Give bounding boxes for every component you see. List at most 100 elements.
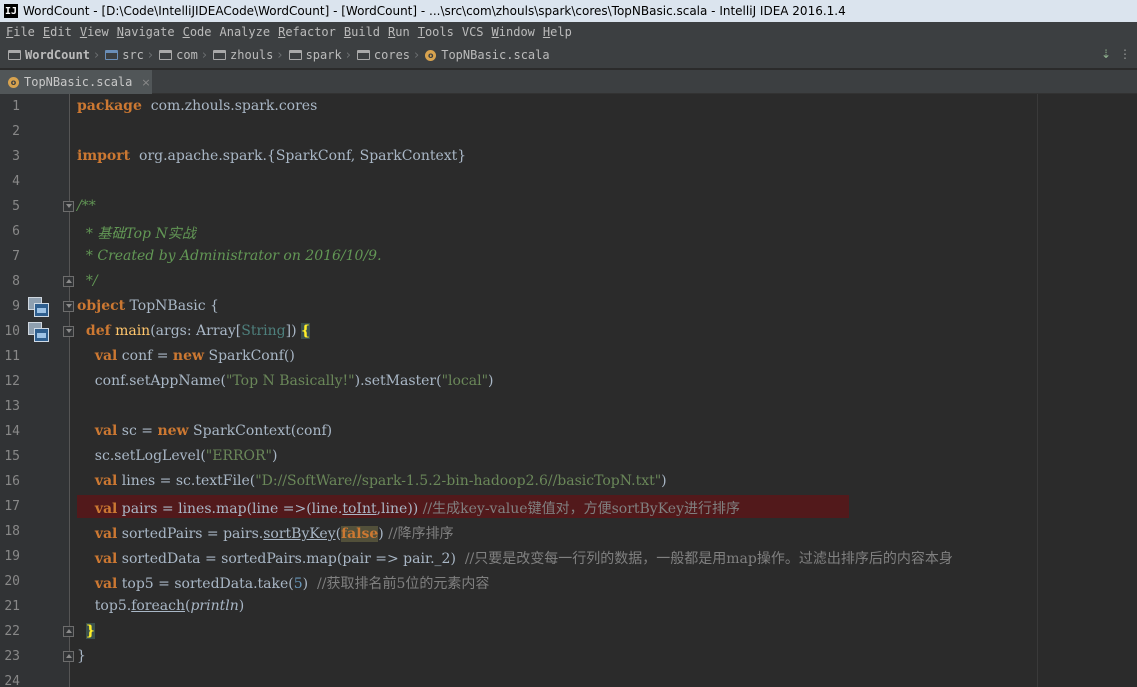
code-text: def main(args: Array[String]) {	[85, 323, 310, 339]
navigation-breadcrumb: WordCount › src › com › zhouls › spark › cores › o To…	[0, 42, 1137, 69]
code-text: * Created by Administrator on 2016/10/9.	[77, 248, 382, 264]
code-text: import org.apache.spark.{SparkConf, Spar…	[77, 148, 467, 164]
line-number: 19	[4, 549, 20, 564]
code-line[interactable]: 15 sc.setLogLevel("ERROR")	[0, 444, 1137, 469]
code-line[interactable]: 9 object TopNBasic {	[0, 294, 1137, 319]
code-line[interactable]: 12 conf.setAppName("Top N Basically!").s…	[0, 369, 1137, 394]
fold-toggle-icon[interactable]	[63, 301, 74, 312]
menu-grip-icon[interactable]: ⋮	[1119, 47, 1131, 61]
code-line[interactable]: 23}	[0, 644, 1137, 669]
menu-item-run[interactable]: Run	[384, 25, 414, 39]
code-line[interactable]: 2	[0, 119, 1137, 144]
code-editor[interactable]: 1 package com.zhouls.spark.cores 2 3 import …	[0, 94, 1137, 687]
menu-item-navigate[interactable]: Navigate	[113, 25, 179, 39]
navbar-tools: ⇣ ⋮	[1101, 47, 1131, 61]
code-line[interactable]: 4	[0, 169, 1137, 194]
breadcrumb-label: cores	[373, 48, 411, 62]
line-number: 20	[4, 574, 20, 589]
menu-item-tools[interactable]: Tools	[414, 25, 458, 39]
code-line[interactable]: 11 val conf = new SparkConf()	[0, 344, 1137, 369]
code-text: val sortedPairs = pairs.sortByKey(false)…	[94, 526, 454, 542]
menu-item-edit[interactable]: Edit	[39, 25, 76, 39]
scala-file-icon: o	[8, 76, 19, 88]
line-number: 23	[4, 649, 20, 664]
line-number: 18	[4, 524, 20, 539]
code-line[interactable]: 13	[0, 394, 1137, 419]
line-number: 2	[12, 124, 20, 139]
line-number: 1	[12, 99, 20, 114]
menu-item-build[interactable]: Build	[340, 25, 384, 39]
menu-item-analyze[interactable]: Analyze	[216, 25, 275, 39]
menu-item-vcs[interactable]: VCS	[458, 25, 488, 39]
fold-toggle-icon[interactable]	[63, 276, 74, 287]
menu-item-file[interactable]: File	[2, 25, 39, 39]
tab-topnbasic-scala[interactable]: o TopNBasic.scala ×	[0, 70, 152, 94]
implementation-marker-icon[interactable]	[28, 322, 50, 342]
breadcrumb-wordcount[interactable]: WordCount	[8, 48, 90, 62]
sort-icon[interactable]: ⇣	[1101, 47, 1111, 61]
chevron-right-icon: ›	[201, 47, 208, 63]
code-text: sc.setLogLevel("ERROR")	[77, 448, 278, 464]
menu-item-help[interactable]: Help	[539, 25, 576, 39]
line-number: 11	[4, 349, 20, 364]
menu-item-code[interactable]: Code	[179, 25, 216, 39]
implementation-marker-icon[interactable]	[28, 297, 50, 317]
code-line[interactable]: 16 val lines = sc.textFile("D://SoftWare…	[0, 469, 1137, 494]
code-line[interactable]: 21 top5.foreach(println)	[0, 594, 1137, 619]
close-icon[interactable]: ×	[141, 76, 150, 89]
line-number: 22	[4, 624, 20, 639]
code-line[interactable]: 20 val top5 = sortedData.take(5) //获取排名前…	[0, 569, 1137, 594]
fold-toggle-icon[interactable]	[63, 201, 74, 212]
code-line[interactable]: 14 val sc = new SparkContext(conf)	[0, 419, 1137, 444]
code-line[interactable]: 10 def main(args: Array[String]) {	[0, 319, 1137, 344]
breadcrumb-topnbasic-scala[interactable]: o TopNBasic.scala	[425, 48, 550, 62]
code-text: val conf = new SparkConf()	[94, 348, 295, 364]
code-line[interactable]: 22 }	[0, 619, 1137, 644]
code-line[interactable]: 17 val pairs = lines.map(line =>(line.to…	[0, 494, 1137, 519]
intellij-app-icon: IJ	[4, 4, 18, 18]
code-line[interactable]: 5 /**	[0, 194, 1137, 219]
fold-toggle-icon[interactable]	[63, 626, 74, 637]
breadcrumb-src[interactable]: src	[105, 48, 144, 62]
code-text: }	[85, 623, 95, 639]
breadcrumb-cores[interactable]: cores	[356, 48, 411, 62]
window-title: WordCount - [D:\Code\IntelliJIDEACode\Wo…	[23, 4, 846, 18]
code-line[interactable]: 7 * Created by Administrator on 2016/10/…	[0, 244, 1137, 269]
code-text: }	[77, 648, 86, 664]
breadcrumb-label: spark	[305, 48, 342, 62]
line-number: 21	[4, 599, 20, 614]
menu-item-view[interactable]: View	[76, 25, 113, 39]
source-folder-icon	[105, 50, 119, 60]
code-line[interactable]: 24	[0, 669, 1137, 687]
menu-item-window[interactable]: Window	[488, 25, 539, 39]
chevron-right-icon: ›	[277, 47, 283, 63]
code-text: object TopNBasic {	[77, 298, 219, 314]
breadcrumb-label: TopNBasic.scala	[441, 48, 550, 62]
fold-toggle-icon[interactable]	[63, 651, 74, 662]
code-text: val sortedData = sortedPairs.map(pair =>…	[94, 551, 953, 567]
breadcrumb-spark[interactable]: spark	[288, 48, 342, 62]
breadcrumb-zhouls[interactable]: zhouls	[213, 48, 273, 62]
package-folder-icon	[213, 50, 227, 60]
code-line[interactable]: 3 import org.apache.spark.{SparkConf, Spa…	[0, 144, 1137, 169]
line-number: 8	[12, 274, 20, 289]
code-text: */	[77, 273, 98, 289]
menu-item-refactor[interactable]: Refactor	[274, 25, 340, 39]
code-line[interactable]: 8 */	[0, 269, 1137, 294]
code-line[interactable]: 6 * 基础Top N实战	[0, 219, 1137, 244]
line-number: 10	[4, 324, 20, 339]
line-number: 14	[4, 424, 20, 439]
code-line[interactable]: 19 val sortedData = sortedPairs.map(pair…	[0, 544, 1137, 569]
code-text: val pairs = lines.map(line =>(line.toInt…	[94, 501, 740, 517]
breadcrumb-com[interactable]: com	[159, 48, 198, 62]
package-folder-icon	[288, 50, 302, 60]
code-line[interactable]: 1 package com.zhouls.spark.cores	[0, 94, 1137, 119]
package-folder-icon	[159, 50, 173, 60]
code-text: package com.zhouls.spark.cores	[77, 98, 318, 114]
chevron-right-icon: ›	[147, 47, 154, 63]
line-number: 7	[12, 249, 20, 264]
fold-toggle-icon[interactable]	[63, 326, 74, 337]
code-line[interactable]: 18 val sortedPairs = pairs.sortByKey(fal…	[0, 519, 1137, 544]
line-number: 15	[4, 449, 20, 464]
code-text: * 基础Top N实战	[77, 226, 196, 242]
